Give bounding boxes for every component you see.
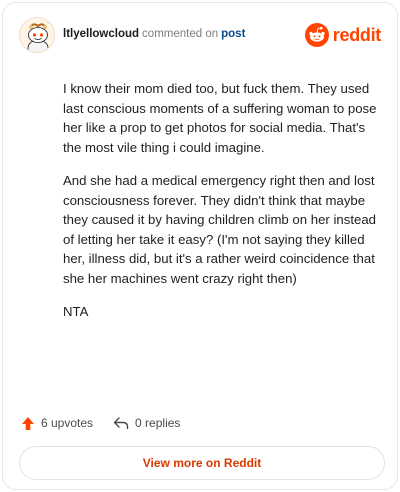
post-link[interactable]: post (221, 28, 245, 40)
snoo-avatar-icon (20, 18, 54, 52)
username-link[interactable]: ltlyellowcloud (63, 28, 139, 40)
reply-arrow-icon (113, 417, 129, 430)
upvotes-label: 6 upvotes (41, 416, 94, 430)
comment-paragraph: I know their mom died too, but fuck them… (63, 81, 377, 155)
brand-wordmark: reddit (332, 24, 382, 45)
action-text: commented on (142, 28, 219, 40)
comment-paragraph: And she had a medical emergency right th… (63, 173, 377, 286)
upvotes-stat[interactable]: 6 upvotes (21, 416, 93, 431)
reddit-brand[interactable]: reddit (304, 23, 382, 47)
user-avatar[interactable] (19, 17, 55, 53)
view-more-button[interactable]: View more on Reddit (19, 446, 385, 480)
replies-stat[interactable]: 0 replies (113, 416, 180, 430)
embedded-comment-card: ltlyellowcloud commented on post reddit I … (2, 2, 398, 490)
comment-header: ltlyellowcloud commented on post reddit (19, 17, 381, 53)
comment-meta: ltlyellowcloud commented on post (63, 28, 245, 40)
replies-label: 0 replies (135, 416, 181, 430)
comment-body: I know their mom died too, but fuck them… (63, 79, 383, 336)
upvote-arrow-icon (22, 416, 34, 430)
comment-stats: 6 upvotes 0 replies (21, 413, 180, 433)
reddit-logo-icon (304, 23, 329, 47)
comment-paragraph: NTA (63, 304, 89, 319)
